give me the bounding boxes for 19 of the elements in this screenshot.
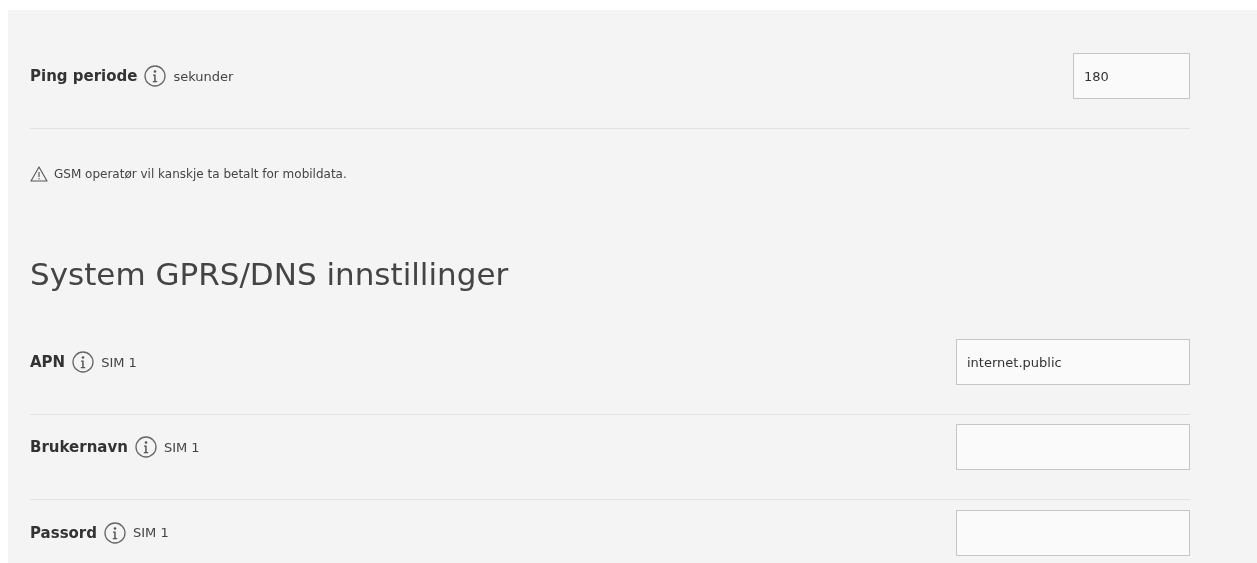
input-field[interactable] [956, 509, 1190, 556]
field-label: APN [30, 353, 66, 371]
unit-label: SIM 1 [133, 525, 169, 540]
field-label: Passord [30, 523, 97, 542]
info-icon[interactable] [104, 521, 126, 544]
unit-label: SIM 1 [101, 354, 137, 370]
info-icon[interactable] [72, 351, 95, 373]
warning-text: GSM operatør vil kanskje ta betalt for mobildata. [54, 167, 347, 181]
info-icon[interactable] [134, 436, 157, 458]
warning-icon [30, 166, 48, 182]
input-field[interactable]: 180 [1073, 53, 1190, 99]
section-title: System GPRS/DNS innstillinger [30, 256, 510, 292]
unit-label: sekunder [173, 68, 234, 84]
field-label: Brukernavn [30, 438, 128, 456]
unit-label: SIM 1 [163, 439, 200, 455]
input-field[interactable] [956, 424, 1190, 470]
input-field[interactable]: internet.public [956, 339, 1190, 385]
info-icon[interactable] [144, 65, 167, 87]
field-label: Ping periode [30, 67, 138, 85]
